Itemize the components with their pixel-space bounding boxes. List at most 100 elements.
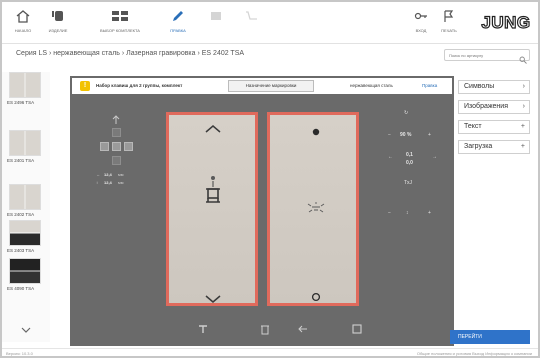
product-icon — [47, 6, 69, 26]
edit-label: ПРАВКА — [170, 28, 186, 33]
disabled-tool-button[interactable] — [202, 6, 230, 42]
ring-icon — [311, 289, 321, 307]
size-width-value[interactable]: 12,4 — [104, 172, 112, 177]
chevron-up-icon — [203, 121, 223, 139]
undo-icon[interactable] — [296, 322, 310, 336]
product-button[interactable]: ИЗДЕЛИЕ — [42, 6, 74, 42]
chevron-down-icon[interactable] — [20, 321, 32, 333]
print-button[interactable]: ПЕЧАТЬ — [436, 6, 462, 42]
frame-icon[interactable] — [350, 322, 364, 336]
search-input[interactable] — [444, 49, 530, 61]
home-label: НАЧАЛО — [14, 28, 32, 33]
images-button[interactable]: Изображения › — [458, 100, 530, 114]
disabled-tool-button-2[interactable] — [238, 6, 266, 42]
editor-canvas: ! Набор клавиш для 2 группы, комплект На… — [70, 76, 454, 346]
spacing-plus[interactable]: + — [428, 210, 431, 216]
move-x-plus[interactable]: → — [432, 154, 437, 160]
warning-icon: ! — [80, 81, 90, 91]
font-style-value[interactable]: TxJ — [404, 180, 412, 186]
print-label: ПЕЧАТЬ — [441, 28, 457, 33]
alignment-controls: ↔ 12,4 мм ↕ 12,4 мм — [92, 106, 162, 226]
spacing-icon: ↕ — [406, 210, 409, 216]
text-button[interactable]: Текст + — [458, 120, 530, 134]
thumbnail-image — [9, 130, 41, 156]
select-set-label: ВЫБОР КОМПЛЕКТА — [100, 28, 140, 33]
light-icon — [304, 201, 328, 220]
version-text: Версия: 10.3.0 — [6, 351, 33, 356]
home-icon — [12, 6, 34, 26]
align-top-button[interactable] — [112, 128, 121, 137]
align-center-button[interactable] — [112, 142, 121, 151]
pos-y-value[interactable]: 0,0 — [406, 160, 413, 166]
brand-text: JUNG — [481, 13, 530, 32]
thumbnail-item[interactable]: ES 2496 TSA — [7, 72, 43, 105]
size-width-icon: ↔ — [96, 172, 100, 177]
delete-icon[interactable] — [258, 322, 272, 336]
text-mark: + — [520, 123, 525, 130]
search-icon[interactable] — [519, 51, 527, 64]
align-left-button[interactable] — [100, 142, 109, 151]
thumbnail-caption: ES 2402 TSA — [7, 212, 35, 217]
text-tool-icon[interactable] — [196, 322, 210, 336]
set-grid-icon — [109, 6, 131, 26]
zoom-in-button[interactable]: + — [428, 132, 431, 138]
notice-bar: ! Набор клавиш для 2 группы, комплект На… — [72, 78, 452, 94]
box-icon — [205, 6, 227, 26]
login-button[interactable]: ВХОД — [410, 6, 432, 42]
pos-x-value[interactable]: 0,1 — [406, 152, 413, 158]
zoom-out-button[interactable]: − — [388, 132, 391, 138]
thumbnail-caption: ES 2401 TSA — [7, 158, 35, 163]
material-text: нержавеющая сталь — [350, 83, 393, 88]
align-bottom-button[interactable] — [112, 156, 121, 165]
product-label: ИЗДЕЛИЕ — [48, 28, 68, 33]
blind-motor-icon — [202, 175, 224, 214]
thumbnail-caption: ES 4090 TSA — [7, 286, 35, 291]
product-thumbnail-list: ES 2496 TSA ES 2401 TSA ES 2402 TSA ES 2… — [2, 72, 50, 342]
footer-links[interactable]: Общие положения и условия Выход Информац… — [417, 351, 532, 356]
select-set-button[interactable]: ВЫБОР КОМПЛЕКТА — [94, 6, 146, 42]
thumbnail-caption: ES 2496 TSA — [7, 100, 35, 105]
assign-marking-button[interactable]: Назначение маркировки — [228, 80, 314, 92]
symbols-button[interactable]: Символы › — [458, 80, 530, 94]
upload-label: Загрузка — [464, 143, 493, 150]
cart-icon — [241, 6, 263, 26]
images-label: Изображения — [464, 103, 508, 110]
thumbnail-item[interactable]: ES 4090 TSA — [7, 258, 43, 291]
rotate-icon[interactable]: ↻ — [404, 110, 408, 116]
switch-plate-left[interactable] — [166, 112, 258, 306]
thumbnail-item[interactable]: ES 2402 TSA — [7, 184, 43, 217]
size-width-unit: мм — [118, 172, 124, 177]
proceed-button[interactable]: ПЕРЕЙТИ — [450, 330, 530, 344]
jung-logo: JUNG — [480, 12, 532, 32]
move-x-minus[interactable]: ← — [388, 154, 393, 160]
home-button[interactable]: НАЧАЛО — [8, 6, 38, 42]
breadcrumb[interactable]: Серия LS › нержавеющая сталь › Лазерная … — [16, 50, 244, 57]
thumbnail-image — [9, 72, 41, 98]
edit-link[interactable]: Правка — [422, 83, 437, 88]
upload-button[interactable]: Загрузка + — [458, 140, 530, 154]
size-height-icon: ↕ — [96, 180, 98, 185]
thumbnail-item[interactable]: ES 2403 TSA — [7, 220, 43, 253]
size-height-unit: мм — [118, 180, 124, 185]
thumbnail-image — [9, 220, 41, 246]
key-icon — [410, 6, 432, 26]
flag-icon — [438, 6, 460, 26]
thumbnail-image — [9, 258, 41, 284]
thumbnail-image — [9, 184, 41, 210]
text-label: Текст — [464, 123, 482, 130]
notice-text: Набор клавиш для 2 группы, комплект — [96, 83, 183, 88]
zoom-value: 90 % — [400, 132, 412, 138]
thumbnail-item[interactable]: ES 2401 TSA — [7, 130, 43, 163]
images-mark: › — [522, 103, 525, 110]
edit-button[interactable]: ПРАВКА — [164, 6, 192, 42]
align-right-button[interactable] — [124, 142, 133, 151]
dot-icon — [312, 123, 320, 141]
footer: Версия: 10.3.0 Общие положения и условия… — [2, 348, 538, 356]
symbols-label: Символы — [464, 83, 495, 90]
size-height-value[interactable]: 12,4 — [104, 180, 112, 185]
spacing-minus[interactable]: − — [388, 210, 391, 216]
switch-plate-right[interactable] — [267, 112, 359, 306]
pencil-icon — [167, 6, 189, 26]
top-toolbar: НАЧАЛО ИЗДЕЛИЕ ВЫБОР КОМПЛЕКТА ПРАВКА ВХ… — [2, 2, 538, 44]
bottom-tools — [166, 320, 366, 338]
